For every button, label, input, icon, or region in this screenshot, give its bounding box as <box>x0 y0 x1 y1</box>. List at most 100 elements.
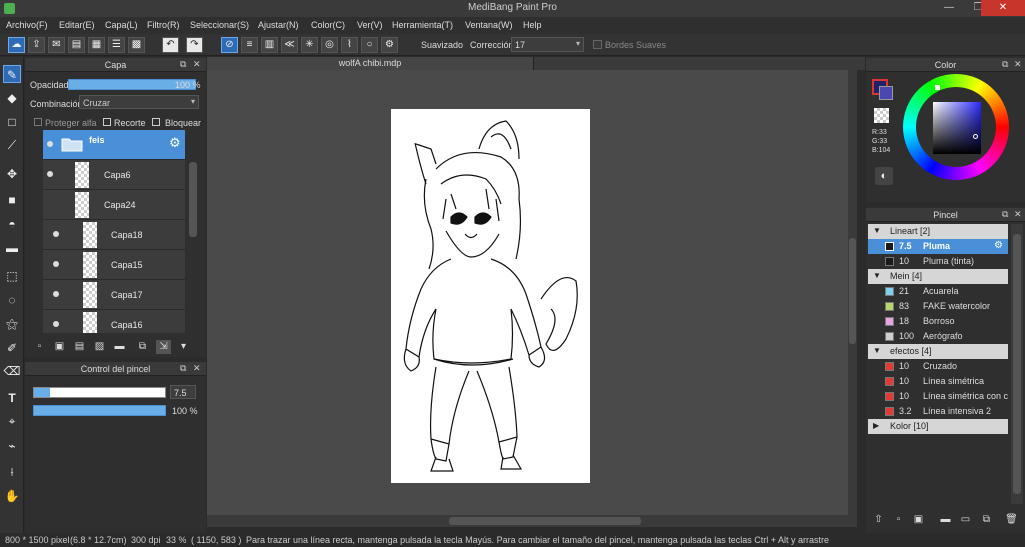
snap-settings-icon[interactable]: ⚙ <box>381 37 398 53</box>
dropper-tool-icon[interactable]: ⟊ <box>3 463 21 481</box>
close-button[interactable]: ✕ <box>981 0 1025 16</box>
brush-item-linea-intensiva-2[interactable]: 3.2 Línea intensiva 2 <box>868 404 1008 419</box>
correction-select[interactable]: 17 ▾ <box>511 37 584 52</box>
menu-archivo[interactable]: Archivo(F) <box>6 20 48 30</box>
close-icon[interactable]: ✕ <box>193 59 201 70</box>
layer-row-capa17[interactable]: Capa17 <box>43 280 185 310</box>
document-tab[interactable]: wolfA chibi.mdp <box>207 57 534 70</box>
brush-size-slider[interactable] <box>33 387 166 398</box>
brush-list-scroll-thumb[interactable] <box>1013 234 1021 494</box>
drawing-canvas[interactable] <box>391 109 590 483</box>
brush-item-linea-simetrica-con-c[interactable]: 10 Línea simétrica con c <box>868 389 1008 404</box>
brush-item-acuarela[interactable]: 21 Acuarela <box>868 284 1008 299</box>
brush-item-borroso[interactable]: 18 Borroso <box>868 314 1008 329</box>
undock-icon[interactable]: ⧉ <box>180 59 186 70</box>
hand-tool-icon[interactable]: ✋ <box>3 487 21 505</box>
canvas-hscroll-thumb[interactable] <box>449 517 641 525</box>
brush-item-pluma-tinta[interactable]: 10 Pluma (tinta) <box>868 254 1008 269</box>
brush-group-mein[interactable]: ▼ Mein [4] <box>868 269 1008 284</box>
snap-circle-icon[interactable]: ◎ <box>321 37 338 53</box>
brush-size-field[interactable]: 7.5 <box>170 385 196 399</box>
duplicate-layer-icon[interactable]: ⧉ <box>135 340 150 354</box>
cloud-icon[interactable]: ☁ <box>8 37 25 53</box>
brush-opacity-slider[interactable] <box>33 405 166 416</box>
eye-icon[interactable] <box>47 141 53 147</box>
menu-ventana[interactable]: Ventana(W) <box>465 20 513 30</box>
brush-item-fake-watercolor[interactable]: 83 FAKE watercolor <box>868 299 1008 314</box>
operation-tool-icon[interactable]: ⌖ <box>3 412 21 430</box>
eye-icon[interactable] <box>53 321 59 327</box>
menu-color[interactable]: Color(C) <box>311 20 345 30</box>
eye-icon[interactable] <box>53 261 59 267</box>
transparent-swatch[interactable] <box>874 108 889 123</box>
undock-icon[interactable]: ⧉ <box>180 363 186 374</box>
layer-row-feis[interactable]: feis ⚙ <box>43 130 185 160</box>
brush-group-efectos[interactable]: ▼ efectos [4] <box>868 344 1008 359</box>
saturation-value-square[interactable] <box>933 102 981 154</box>
snap-perspective-icon[interactable]: ≪ <box>281 37 298 53</box>
bucket-tool-icon[interactable]: ◓ <box>3 215 21 233</box>
cloud-brush-icon[interactable]: ⇧ <box>871 513 886 527</box>
new-layer-icon[interactable]: ▫ <box>32 340 47 354</box>
protect-alpha-checkbox[interactable] <box>34 118 42 126</box>
menu-ajustar[interactable]: Ajustar(N) <box>258 20 299 30</box>
eraser-tool-icon[interactable]: ◆ <box>3 89 21 107</box>
eyedropper-tool-icon[interactable]: ⌁ <box>3 437 21 455</box>
add-brush-icon[interactable]: ▫ <box>891 513 906 527</box>
brush-list-scrollbar[interactable] <box>1011 224 1023 504</box>
redo-icon[interactable]: ↷ <box>186 37 203 53</box>
canvas-hscroll[interactable] <box>207 515 857 527</box>
fill-rect-tool-icon[interactable]: ■ <box>3 191 21 209</box>
soft-edges-checkbox[interactable] <box>593 40 602 49</box>
snap-off-icon[interactable]: ⊘ <box>221 37 238 53</box>
brush-item-pluma[interactable]: 7.5 Pluma ⚙ <box>868 239 1008 254</box>
merge-layer-icon[interactable]: ⇲ <box>156 340 171 354</box>
canvas-vscroll[interactable] <box>848 70 857 515</box>
move-tool-icon[interactable]: ✥ <box>3 165 21 183</box>
text-tool-icon[interactable]: T <box>3 389 21 407</box>
layer-row-capa6[interactable]: Capa6 <box>43 160 185 190</box>
canvas-area[interactable] <box>207 70 857 527</box>
layer-row-capa16[interactable]: Capa16 <box>43 310 185 333</box>
snap-ellipse-icon[interactable]: ○ <box>361 37 378 53</box>
new-folder-icon[interactable]: ▭ <box>958 513 973 527</box>
grid-icon[interactable]: ▩ <box>128 37 145 53</box>
duplicate-brush-icon[interactable]: ⧉ <box>979 513 994 527</box>
new-halftone-layer-icon[interactable]: ▣ <box>52 340 67 354</box>
close-icon[interactable]: ✕ <box>1014 209 1022 220</box>
select-eraser-tool-icon[interactable]: ⌫ <box>3 362 21 380</box>
menu-herramienta[interactable]: Herramienta(T) <box>392 20 453 30</box>
comment-icon[interactable]: ▤ <box>68 37 85 53</box>
lasso-tool-icon[interactable]: ◌ <box>3 291 21 309</box>
new-folder-icon[interactable]: ▬ <box>112 340 127 354</box>
hue-wheel[interactable] <box>903 74 1009 180</box>
document-icon[interactable]: ▦ <box>88 37 105 53</box>
brush-group-kolor[interactable]: ▶ Kolor [10] <box>868 419 1008 434</box>
snap-grid-icon[interactable]: ▥ <box>261 37 278 53</box>
close-icon[interactable]: ✕ <box>193 363 201 374</box>
menu-help[interactable]: Help <box>523 20 542 30</box>
menu-ver[interactable]: Ver(V) <box>357 20 383 30</box>
brush-item-aerografo[interactable]: 100 Aerógrafo <box>868 329 1008 344</box>
new-1bit-layer-icon[interactable]: ▨ <box>92 340 107 354</box>
gradient-tool-icon[interactable]: ▬ <box>3 239 21 257</box>
sv-cursor[interactable] <box>973 134 978 139</box>
canvas-vscroll-thumb[interactable] <box>849 238 856 344</box>
select-pen-tool-icon[interactable]: ✐ <box>3 339 21 357</box>
dot-tool-icon[interactable]: □ <box>3 113 21 131</box>
palette-icon[interactable]: ◐ <box>875 167 893 185</box>
layer-row-capa15[interactable]: Capa15 <box>43 250 185 280</box>
eye-icon[interactable] <box>53 231 59 237</box>
layer-row-capa18[interactable]: Capa18 <box>43 220 185 250</box>
line-tool-icon[interactable]: ⟋ <box>3 136 21 154</box>
select-rect-tool-icon[interactable]: ⬚ <box>3 267 21 285</box>
eye-icon[interactable] <box>47 171 53 177</box>
clipping-checkbox[interactable] <box>103 118 111 126</box>
brush-menu-icon[interactable]: ▣ <box>911 513 926 527</box>
lock-checkbox[interactable] <box>152 118 160 126</box>
chat-icon[interactable]: ✉ <box>48 37 65 53</box>
layer-row-capa24[interactable]: Capa24 <box>43 190 185 220</box>
snap-parallel-icon[interactable]: ≡ <box>241 37 258 53</box>
share-icon[interactable]: ⇪ <box>28 37 45 53</box>
close-icon[interactable]: ✕ <box>1014 59 1022 70</box>
